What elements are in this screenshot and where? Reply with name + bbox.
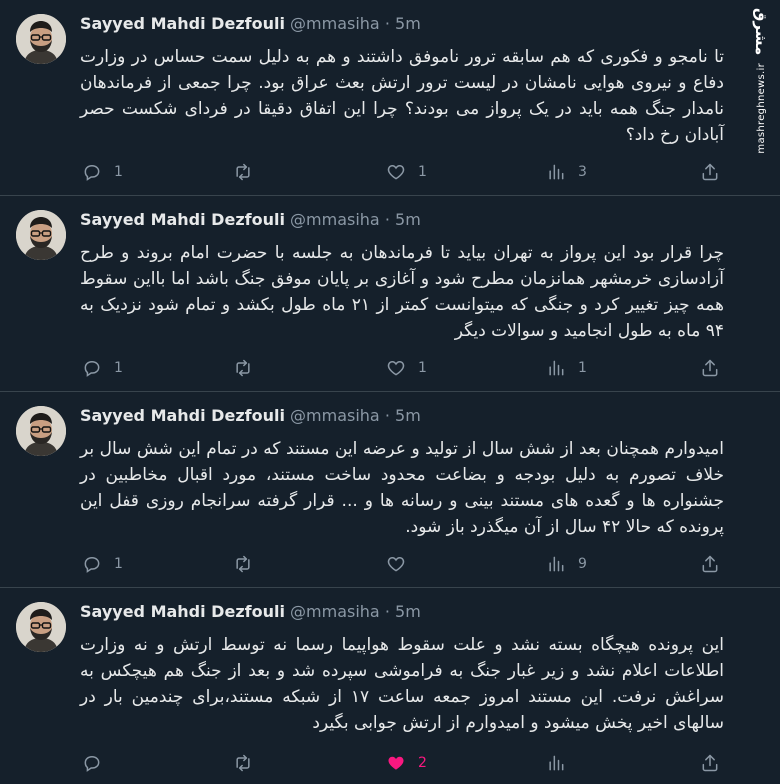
avatar[interactable] bbox=[16, 14, 66, 64]
like-button[interactable] bbox=[386, 553, 418, 575]
like-button[interactable]: 1 bbox=[386, 357, 427, 379]
views-icon bbox=[546, 554, 566, 574]
separator-dot: · bbox=[384, 210, 390, 229]
tweet[interactable]: Sayyed Mahdi Dezfouli @mmasiha · 5m چرا … bbox=[0, 196, 780, 392]
reply-button[interactable]: 1 bbox=[82, 161, 123, 183]
tweet-time[interactable]: 5m bbox=[395, 602, 421, 621]
views-icon bbox=[546, 753, 566, 773]
retweet-button[interactable] bbox=[233, 161, 265, 183]
views-icon bbox=[546, 162, 566, 182]
views-button[interactable]: 9 bbox=[546, 553, 587, 575]
author-name[interactable]: Sayyed Mahdi Dezfouli bbox=[80, 406, 285, 425]
share-icon bbox=[700, 358, 720, 378]
avatar[interactable] bbox=[16, 210, 66, 260]
separator-dot: · bbox=[384, 406, 390, 425]
like-button[interactable]: 1 bbox=[386, 161, 427, 183]
like-count: 1 bbox=[418, 360, 427, 376]
like-count: 1 bbox=[418, 164, 427, 180]
author-handle[interactable]: @mmasiha bbox=[290, 602, 380, 621]
share-button[interactable] bbox=[700, 161, 720, 183]
tweet-header: Sayyed Mahdi Dezfouli @mmasiha · 5m bbox=[80, 210, 421, 229]
profile-photo bbox=[16, 14, 66, 64]
separator-dot: · bbox=[384, 602, 390, 621]
separator-dot: · bbox=[384, 14, 390, 33]
views-count: 3 bbox=[578, 164, 587, 180]
views-button[interactable]: 1 bbox=[546, 357, 587, 379]
retweet-button[interactable] bbox=[233, 553, 265, 575]
reply-button[interactable] bbox=[82, 752, 114, 774]
share-icon bbox=[700, 753, 720, 773]
tweet[interactable]: Sayyed Mahdi Dezfouli @mmasiha · 5m امید… bbox=[0, 392, 780, 588]
tweet-text: این پرونده هیچگاه بسته نشد و علت سقوط هو… bbox=[80, 635, 725, 733]
tweet-actions: 1 1 3 bbox=[80, 161, 730, 183]
author-handle[interactable]: @mmasiha bbox=[290, 210, 380, 229]
reply-count: 1 bbox=[114, 556, 123, 572]
tweet-actions: 1 1 1 bbox=[80, 357, 730, 379]
author-name[interactable]: Sayyed Mahdi Dezfouli bbox=[80, 602, 285, 621]
share-button[interactable] bbox=[700, 752, 720, 774]
profile-photo bbox=[16, 406, 66, 456]
profile-photo bbox=[16, 602, 66, 652]
like-count: 2 bbox=[418, 755, 427, 771]
reply-icon bbox=[82, 554, 102, 574]
tweet-header: Sayyed Mahdi Dezfouli @mmasiha · 5m bbox=[80, 602, 421, 621]
retweet-icon bbox=[233, 753, 253, 773]
reply-button[interactable]: 1 bbox=[82, 357, 123, 379]
tweet[interactable]: Sayyed Mahdi Dezfouli @mmasiha · 5m این … bbox=[0, 588, 780, 784]
profile-photo bbox=[16, 210, 66, 260]
reply-button[interactable]: 1 bbox=[82, 553, 123, 575]
share-button[interactable] bbox=[700, 357, 720, 379]
retweet-icon bbox=[233, 554, 253, 574]
retweet-button[interactable] bbox=[233, 357, 265, 379]
retweet-button[interactable] bbox=[233, 752, 265, 774]
retweet-icon bbox=[233, 162, 253, 182]
like-button[interactable]: 2 bbox=[386, 752, 427, 774]
reply-icon bbox=[82, 753, 102, 773]
avatar[interactable] bbox=[16, 602, 66, 652]
tweet[interactable]: Sayyed Mahdi Dezfouli @mmasiha · 5m تا ن… bbox=[0, 0, 780, 196]
author-name[interactable]: Sayyed Mahdi Dezfouli bbox=[80, 14, 285, 33]
reply-count: 1 bbox=[114, 360, 123, 376]
author-name[interactable]: Sayyed Mahdi Dezfouli bbox=[80, 210, 285, 229]
tweet-actions: 2 bbox=[80, 752, 730, 774]
heart-icon bbox=[386, 554, 406, 574]
tweet-text: چرا قرار بود این پرواز به تهران بیاید تا… bbox=[80, 243, 724, 341]
views-icon bbox=[546, 358, 566, 378]
heart-icon bbox=[386, 753, 406, 773]
reply-icon bbox=[82, 358, 102, 378]
reply-count: 1 bbox=[114, 164, 123, 180]
tweet-text: امیدوارم همچنان بعد از شش سال از تولید و… bbox=[80, 439, 724, 537]
tweet-time[interactable]: 5m bbox=[395, 210, 421, 229]
tweet-header: Sayyed Mahdi Dezfouli @mmasiha · 5m bbox=[80, 406, 421, 425]
tweet-time[interactable]: 5m bbox=[395, 14, 421, 33]
heart-icon bbox=[386, 358, 406, 378]
avatar[interactable] bbox=[16, 406, 66, 456]
author-handle[interactable]: @mmasiha bbox=[290, 14, 380, 33]
views-button[interactable]: 3 bbox=[546, 161, 587, 183]
reply-icon bbox=[82, 162, 102, 182]
views-count: 9 bbox=[578, 556, 587, 572]
tweet-time[interactable]: 5m bbox=[395, 406, 421, 425]
tweet-text: تا نامجو و فکوری که هم سابقه ترور ناموفق… bbox=[80, 47, 724, 145]
heart-icon bbox=[386, 162, 406, 182]
retweet-icon bbox=[233, 358, 253, 378]
tweet-actions: 19 bbox=[80, 553, 730, 575]
share-button[interactable] bbox=[700, 553, 720, 575]
tweet-header: Sayyed Mahdi Dezfouli @mmasiha · 5m bbox=[80, 14, 421, 33]
share-icon bbox=[700, 554, 720, 574]
views-button[interactable] bbox=[546, 752, 578, 774]
share-icon bbox=[700, 162, 720, 182]
author-handle[interactable]: @mmasiha bbox=[290, 406, 380, 425]
views-count: 1 bbox=[578, 360, 587, 376]
